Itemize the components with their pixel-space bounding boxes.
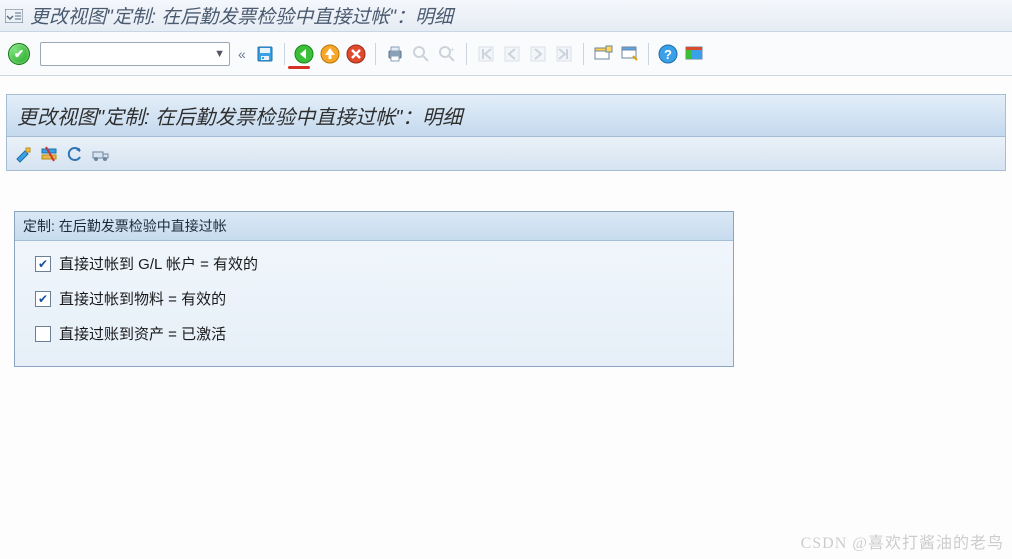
group-box: 定制: 在后勤发票检验中直接过帐 直接过帐到 G/L 帐户 = 有效的 直接过帐… xyxy=(14,211,734,367)
toolbar-separator xyxy=(583,43,584,65)
page-header: 更改视图"定制: 在后勤发票检验中直接过帐"：明细 xyxy=(6,94,1006,137)
toolbar-separator xyxy=(375,43,376,65)
checkbox-label: 直接过帐到 G/L 帐户 = 有效的 xyxy=(59,253,258,274)
exit-icon[interactable] xyxy=(319,43,341,65)
system-menu-icon[interactable] xyxy=(4,6,24,26)
last-page-icon xyxy=(553,43,575,65)
checkbox[interactable] xyxy=(35,256,51,272)
dropdown-icon[interactable]: ▼ xyxy=(214,48,225,60)
checkbox-label: 直接过账到资产 = 已激活 xyxy=(59,323,226,344)
window-title: 更改视图"定制: 在后勤发票检验中直接过帐"：明细 xyxy=(30,2,453,29)
transport-icon[interactable] xyxy=(91,144,111,164)
other-entry-icon[interactable] xyxy=(13,144,33,164)
toolbar-separator xyxy=(648,43,649,65)
history-back-icon[interactable]: « xyxy=(234,46,250,62)
cancel-icon[interactable] xyxy=(345,43,367,65)
main-toolbar: ✔ ▼ « + xyxy=(0,32,1012,76)
app-toolbar xyxy=(6,137,1006,171)
next-page-icon xyxy=(527,43,549,65)
group-title: 定制: 在后勤发票检验中直接过帐 xyxy=(15,212,733,241)
window-titlebar: 更改视图"定制: 在后勤发票检验中直接过帐"：明细 xyxy=(0,0,1012,32)
delete-icon[interactable] xyxy=(39,144,59,164)
svg-text:?: ? xyxy=(664,47,672,62)
help-icon[interactable]: ? xyxy=(657,43,679,65)
find-next-icon: + xyxy=(436,43,458,65)
checkbox[interactable] xyxy=(35,291,51,307)
create-shortcut-icon[interactable] xyxy=(618,43,640,65)
print-icon[interactable] xyxy=(384,43,406,65)
checkbox[interactable] xyxy=(35,326,51,342)
page-title: 更改视图"定制: 在后勤发票检验中直接过帐"：明细 xyxy=(17,101,995,130)
save-highlight xyxy=(288,66,310,69)
find-icon xyxy=(410,43,432,65)
checkbox-row: 直接过帐到物料 = 有效的 xyxy=(35,288,713,309)
customize-layout-icon[interactable] xyxy=(683,43,705,65)
checkbox-label: 直接过帐到物料 = 有效的 xyxy=(59,288,226,309)
accept-button[interactable]: ✔ xyxy=(8,43,30,65)
checkbox-row: 直接过帐到 G/L 帐户 = 有效的 xyxy=(35,253,713,274)
save-icon[interactable] xyxy=(254,43,276,65)
content-area: 更改视图"定制: 在后勤发票检验中直接过帐"：明细 定制: 在后勤发票检验中直接… xyxy=(0,76,1012,367)
group-body: 直接过帐到 G/L 帐户 = 有效的 直接过帐到物料 = 有效的 直接过账到资产… xyxy=(15,241,733,366)
svg-text:+: + xyxy=(450,45,455,54)
command-field[interactable]: ▼ xyxy=(40,42,230,66)
checkbox-row: 直接过账到资产 = 已激活 xyxy=(35,323,713,344)
toolbar-separator xyxy=(466,43,467,65)
toolbar-separator xyxy=(284,43,285,65)
prev-page-icon xyxy=(501,43,523,65)
first-page-icon xyxy=(475,43,497,65)
back-icon[interactable] xyxy=(293,43,315,65)
watermark: CSDN @喜欢打酱油的老鸟 xyxy=(801,529,1004,553)
new-session-icon[interactable] xyxy=(592,43,614,65)
undo-icon[interactable] xyxy=(65,144,85,164)
